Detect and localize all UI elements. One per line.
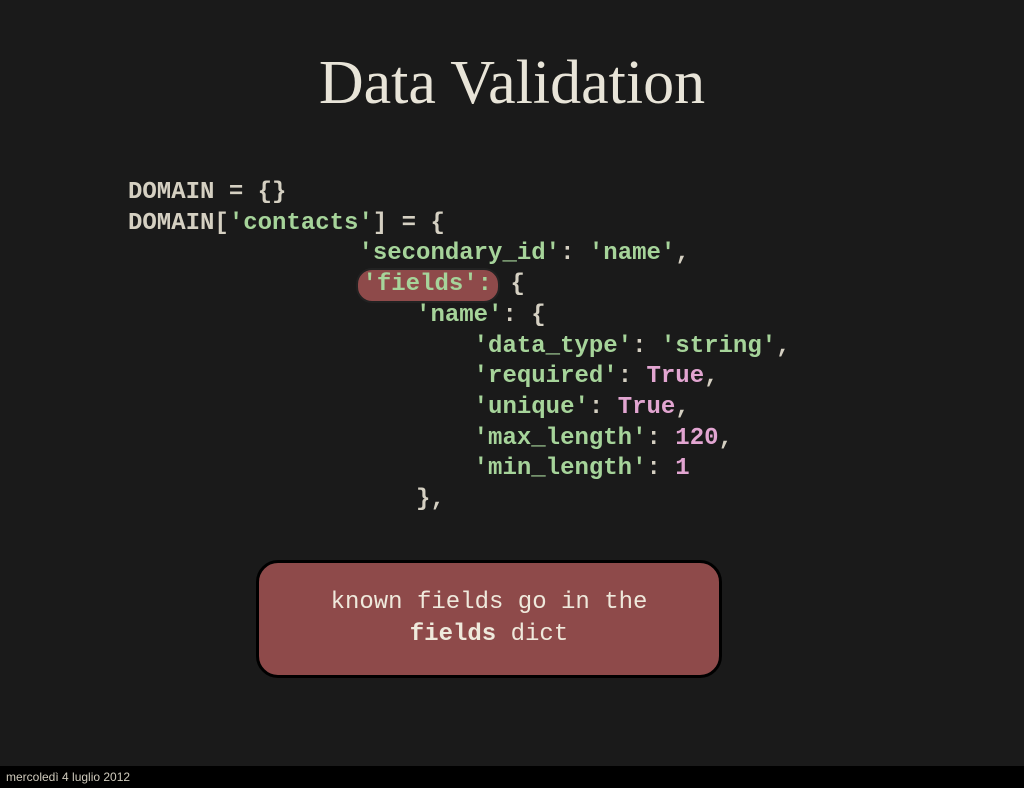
code-const: True [618,394,676,421]
code-line-7: 'required': True, [128,363,719,390]
code-string: 'unique' [474,394,589,421]
slide: Data Validation DOMAIN = {} DOMAIN['cont… [0,0,1024,788]
code-line-2: DOMAIN['contacts'] = { [128,210,445,237]
code-line-5: 'name': { [128,302,546,329]
code-number: 1 [675,455,689,482]
code-string: 'name' [589,240,675,267]
callout-box: known fields go in the fields dict [256,560,722,678]
code-text: , [719,425,733,452]
code-text: : { [502,302,545,329]
callout-text: dict [496,621,568,648]
code-text: , [776,333,790,360]
code-text: = {} [214,179,286,206]
code-text: , [704,363,718,390]
code-text: DOMAIN [128,210,214,237]
code-text: : [646,425,675,452]
code-line-9: 'max_length': 120, [128,425,733,452]
code-string: 'contacts' [229,210,373,237]
callout-line-2: fields dict [410,619,568,651]
fields-highlight: 'fields': [356,268,500,303]
footer-bar: mercoledì 4 luglio 2012 [0,766,1024,788]
code-text: , [675,394,689,421]
code-line-4: 'fields': { [128,271,525,298]
code-line-11: }, [128,486,445,513]
code-string: 'fields': [362,271,492,298]
code-text: : [560,240,589,267]
code-line-10: 'min_length': 1 [128,455,690,482]
code-string: 'name' [416,302,502,329]
slide-title: Data Validation [0,0,1024,119]
code-text: [ [214,210,228,237]
code-text: : [632,333,661,360]
code-text: ] = { [373,210,445,237]
code-string: 'required' [474,363,618,390]
code-text: }, [416,486,445,513]
code-line-8: 'unique': True, [128,394,690,421]
code-string: 'string' [661,333,776,360]
code-const: True [647,363,705,390]
code-text: { [496,271,525,298]
code-number: 120 [675,425,718,452]
code-text: : [589,394,618,421]
code-block: DOMAIN = {} DOMAIN['contacts'] = { 'seco… [128,178,791,516]
code-text: , [675,240,689,267]
code-string: 'secondary_id' [358,240,560,267]
callout-bold: fields [410,621,496,648]
code-string: 'data_type' [474,333,632,360]
code-line-1: DOMAIN = {} [128,179,286,206]
code-text: : [646,455,675,482]
code-line-6: 'data_type': 'string', [128,333,791,360]
code-text: : [618,363,647,390]
code-string: 'max_length' [474,425,647,452]
callout-line-1: known fields go in the [331,587,648,619]
code-line-3: 'secondary_id': 'name', [128,240,690,267]
code-text: DOMAIN [128,179,214,206]
code-string: 'min_length' [474,455,647,482]
footer-date: mercoledì 4 luglio 2012 [6,770,130,784]
